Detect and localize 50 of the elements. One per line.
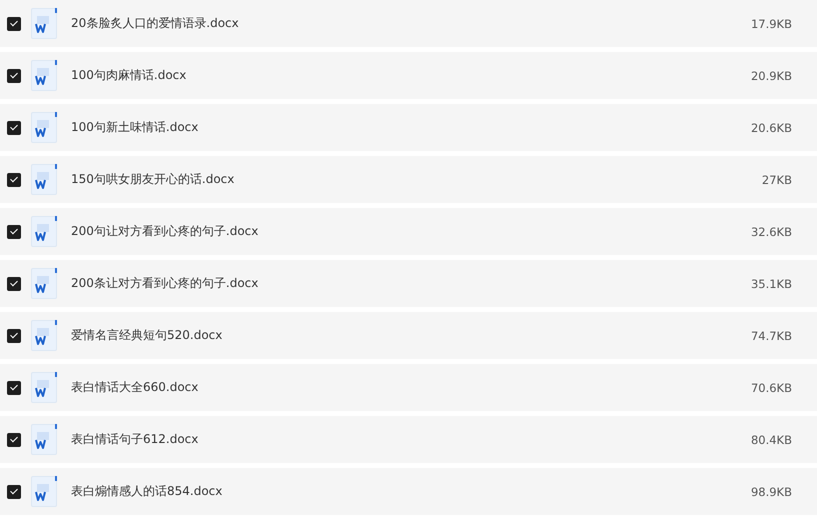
file-size: 98.9KB bbox=[750, 484, 792, 498]
file-name: 150句哄女朋友开心的话.docx bbox=[71, 171, 236, 188]
file-name: 200条让对方看到心疼的句子.docx bbox=[71, 275, 260, 292]
file-row[interactable]: 200条让对方看到心疼的句子.docx 35.1KB bbox=[0, 260, 817, 307]
checkbox[interactable] bbox=[7, 380, 21, 394]
file-size: 32.6KB bbox=[750, 224, 792, 238]
file-row[interactable]: 表白情话大全660.docx 70.6KB bbox=[0, 364, 817, 411]
word-document-icon bbox=[31, 216, 58, 247]
file-size: 20.9KB bbox=[750, 68, 792, 82]
file-size: 20.6KB bbox=[750, 120, 792, 134]
file-row[interactable]: 100句新土味情话.docx 20.6KB bbox=[0, 104, 817, 151]
checkbox[interactable] bbox=[7, 120, 21, 134]
file-row[interactable]: 爱情名言经典短句520.docx 74.7KB bbox=[0, 312, 817, 359]
word-document-icon bbox=[31, 476, 58, 507]
checkbox[interactable] bbox=[7, 224, 21, 238]
file-name: 表白煽情感人的话854.docx bbox=[71, 483, 224, 500]
file-row[interactable]: 100句肉麻情话.docx 20.9KB bbox=[0, 52, 817, 99]
word-document-icon bbox=[31, 8, 58, 39]
checkbox[interactable] bbox=[7, 16, 21, 30]
file-row[interactable]: 20条脸炙人口的爱情语录.docx 17.9KB bbox=[0, 0, 817, 47]
file-row[interactable]: 表白煽情感人的话854.docx 98.9KB bbox=[0, 468, 817, 515]
file-name: 表白情话句子612.docx bbox=[71, 431, 200, 448]
file-size: 74.7KB bbox=[750, 328, 792, 342]
checkbox[interactable] bbox=[7, 68, 21, 82]
word-document-icon bbox=[31, 60, 58, 91]
checkbox[interactable] bbox=[7, 432, 21, 446]
file-name: 100句肉麻情话.docx bbox=[71, 67, 188, 84]
file-size: 80.4KB bbox=[750, 432, 792, 446]
file-name: 表白情话大全660.docx bbox=[71, 379, 200, 396]
word-document-icon bbox=[31, 424, 58, 455]
word-document-icon bbox=[31, 372, 58, 403]
checkbox[interactable] bbox=[7, 276, 21, 290]
file-name: 爱情名言经典短句520.docx bbox=[71, 327, 224, 344]
file-size: 70.6KB bbox=[750, 380, 792, 394]
file-name: 200句让对方看到心疼的句子.docx bbox=[71, 223, 260, 240]
checkbox[interactable] bbox=[7, 172, 21, 186]
checkbox[interactable] bbox=[7, 328, 21, 342]
file-size: 17.9KB bbox=[750, 16, 792, 30]
file-row[interactable]: 200句让对方看到心疼的句子.docx 32.6KB bbox=[0, 208, 817, 255]
word-document-icon bbox=[31, 268, 58, 299]
file-name: 20条脸炙人口的爱情语录.docx bbox=[71, 15, 240, 32]
file-row[interactable]: 表白情话句子612.docx 80.4KB bbox=[0, 416, 817, 463]
word-document-icon bbox=[31, 320, 58, 351]
word-document-icon bbox=[31, 164, 58, 195]
file-size: 35.1KB bbox=[750, 276, 792, 290]
file-name: 100句新土味情话.docx bbox=[71, 119, 200, 136]
file-size: 27KB bbox=[762, 172, 792, 186]
checkbox[interactable] bbox=[7, 484, 21, 498]
file-row[interactable]: 150句哄女朋友开心的话.docx 27KB bbox=[0, 156, 817, 203]
word-document-icon bbox=[31, 112, 58, 143]
